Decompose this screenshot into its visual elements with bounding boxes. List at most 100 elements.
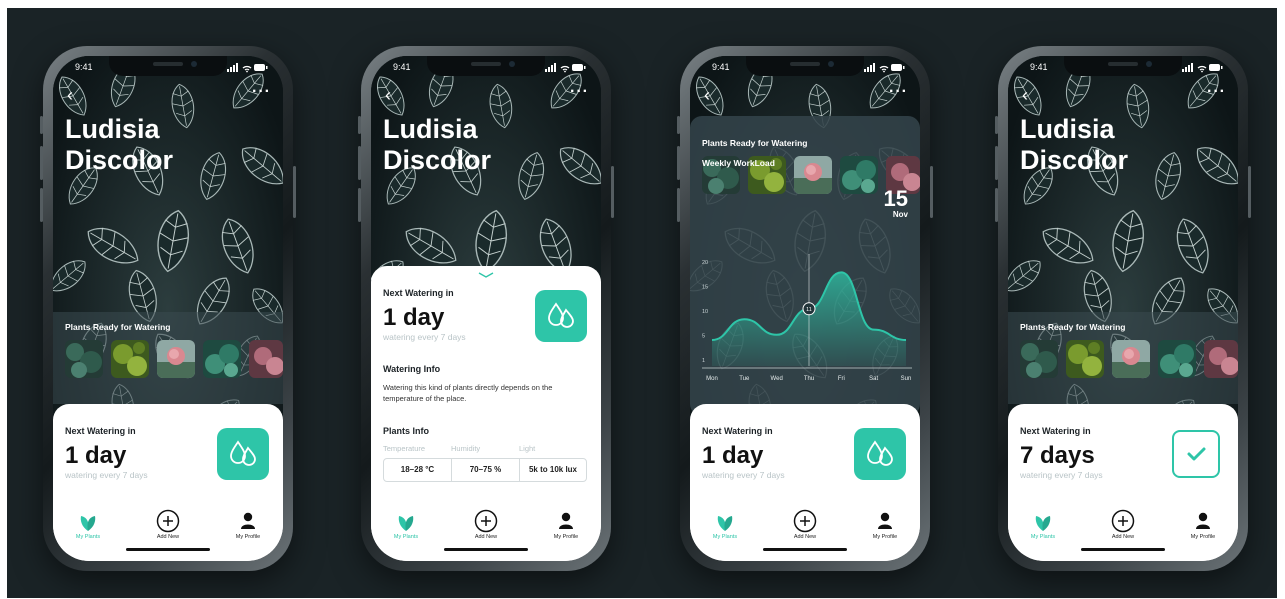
sheet-grip-icon[interactable] — [478, 272, 494, 278]
tab-my-profile[interactable]: My Profile — [850, 507, 920, 547]
power-button — [611, 166, 614, 218]
checkmark-icon — [1187, 447, 1206, 461]
tab-add-new[interactable]: Add New — [451, 507, 521, 547]
plus-circle-icon — [793, 509, 817, 533]
x-tick-label[interactable]: Thu — [804, 376, 814, 382]
back-icon[interactable]: ‹ — [385, 86, 391, 104]
plant-thumbnail[interactable] — [111, 340, 149, 378]
volume-up-button — [358, 146, 361, 180]
tab-my-profile[interactable]: My Profile — [213, 507, 283, 547]
leaf-icon — [80, 516, 96, 531]
home-indicator[interactable] — [444, 548, 528, 551]
status-bar: 9:41 — [690, 62, 920, 76]
plant-thumbnail[interactable] — [65, 340, 103, 378]
phone-screen-3: 9:41 ‹ ··· Plants Ready for Watering Wee… — [677, 46, 933, 571]
home-indicator[interactable] — [1081, 548, 1165, 551]
user-icon — [241, 512, 255, 529]
plant-title: Ludisia Discolor — [383, 114, 491, 176]
plant-thumbnail[interactable] — [1204, 340, 1238, 378]
back-icon[interactable]: ‹ — [704, 86, 710, 104]
plant-thumbnail[interactable] — [203, 340, 241, 378]
water-button[interactable] — [535, 290, 587, 342]
watering-frequency: watering every 7 days — [383, 332, 466, 342]
tab-label: My Profile — [1190, 534, 1216, 540]
water-button[interactable] — [854, 428, 906, 480]
power-button — [1248, 166, 1251, 218]
tab-label: Add New — [156, 534, 180, 540]
home-indicator[interactable] — [126, 548, 210, 551]
tab-my-plants[interactable]: My Plants — [53, 507, 123, 547]
screen: 9:41 ‹ ··· Ludisia Discolor Plants Ready… — [53, 56, 283, 561]
tab-bar: My Plants Add New My Profile — [371, 501, 601, 561]
status-time: 9:41 — [1030, 62, 1048, 72]
more-options-icon[interactable]: ··· — [252, 84, 271, 100]
y-tick-label: 20 — [702, 260, 708, 266]
x-tick-label[interactable]: Wed — [771, 376, 783, 382]
plant-title: Ludisia Discolor — [65, 114, 173, 176]
watered-confirm-button[interactable] — [1172, 430, 1220, 478]
tab-my-profile[interactable]: My Profile — [1168, 507, 1238, 547]
plant-thumbnail[interactable] — [1020, 340, 1058, 378]
user-icon — [559, 512, 573, 529]
plants-ready-title: Plants Ready for Watering — [65, 322, 171, 332]
watering-frequency: watering every 7 days — [702, 470, 785, 480]
volume-down-button — [995, 188, 998, 222]
volume-down-button — [358, 188, 361, 222]
tab-my-plants[interactable]: My Plants — [371, 507, 441, 547]
tab-label: Add New — [474, 534, 498, 540]
plus-circle-icon — [474, 509, 498, 533]
water-button[interactable] — [217, 428, 269, 480]
status-time: 9:41 — [712, 62, 730, 72]
status-time: 9:41 — [75, 62, 93, 72]
tab-add-new[interactable]: Add New — [770, 507, 840, 547]
plants-info-value: 18–28 °C — [400, 465, 435, 474]
plant-thumbnail[interactable] — [1112, 340, 1150, 378]
status-bar: 9:41 — [1008, 62, 1238, 76]
leaf-icon — [1035, 516, 1051, 531]
screen: 9:41 ‹ ··· Plants Ready for Watering Wee… — [690, 56, 920, 561]
signal-wifi-battery-icon — [864, 63, 905, 73]
water-drops-icon — [230, 441, 256, 466]
signal-wifi-battery-icon — [545, 63, 586, 73]
tab-add-new[interactable]: Add New — [133, 507, 203, 547]
tab-label: My Plants — [1030, 534, 1056, 540]
tab-my-plants[interactable]: My Plants — [690, 507, 760, 547]
more-options-icon[interactable]: ··· — [889, 84, 908, 100]
home-indicator[interactable] — [763, 548, 847, 551]
stage: 9:41 ‹ ··· Ludisia Discolor Plants Ready… — [0, 0, 1285, 599]
x-tick-label[interactable]: Fri — [838, 376, 845, 382]
plant-title-line2: Discolor — [383, 145, 492, 175]
more-options-icon[interactable]: ··· — [1207, 84, 1226, 100]
plant-thumbnail[interactable] — [249, 340, 283, 378]
plus-circle-icon — [156, 509, 180, 533]
y-tick-label: 1 — [702, 358, 705, 364]
x-tick-label[interactable]: Sat — [869, 376, 878, 382]
tab-my-plants[interactable]: My Plants — [1008, 507, 1078, 547]
plant-thumbnail[interactable] — [1066, 340, 1104, 378]
plants-ready-section: Plants Ready for Watering — [53, 312, 283, 404]
plant-title-line1: Ludisia — [65, 114, 160, 144]
y-tick-label: 15 — [702, 285, 708, 291]
screen: 9:41 ‹ ··· Ludisia Discolor Next Waterin… — [371, 56, 601, 561]
back-icon[interactable]: ‹ — [1022, 86, 1028, 104]
presentation-board: 9:41 ‹ ··· Ludisia Discolor Plants Ready… — [7, 8, 1277, 598]
back-icon[interactable]: ‹ — [67, 86, 73, 104]
next-watering-label: Next Watering in — [1020, 426, 1091, 436]
plant-thumbnail[interactable] — [157, 340, 195, 378]
x-tick-label[interactable]: Tue — [739, 376, 750, 382]
plants-info-header: Temperature — [383, 444, 426, 453]
user-icon — [1196, 512, 1210, 529]
tab-add-new[interactable]: Add New — [1088, 507, 1158, 547]
volume-up-button — [40, 146, 43, 180]
x-tick-label[interactable]: Mon — [706, 376, 718, 382]
plant-thumbnail[interactable] — [1158, 340, 1196, 378]
watering-frequency: watering every 7 days — [1020, 470, 1103, 480]
mute-switch — [995, 116, 998, 134]
plant-title-line2: Discolor — [65, 145, 174, 175]
plants-info-value: 5k to 10k lux — [528, 465, 578, 474]
next-watering-label: Next Watering in — [383, 288, 454, 298]
volume-down-button — [677, 188, 680, 222]
x-tick-label[interactable]: Sun — [901, 376, 912, 382]
more-options-icon[interactable]: ··· — [570, 84, 589, 100]
tab-my-profile[interactable]: My Profile — [531, 507, 601, 547]
